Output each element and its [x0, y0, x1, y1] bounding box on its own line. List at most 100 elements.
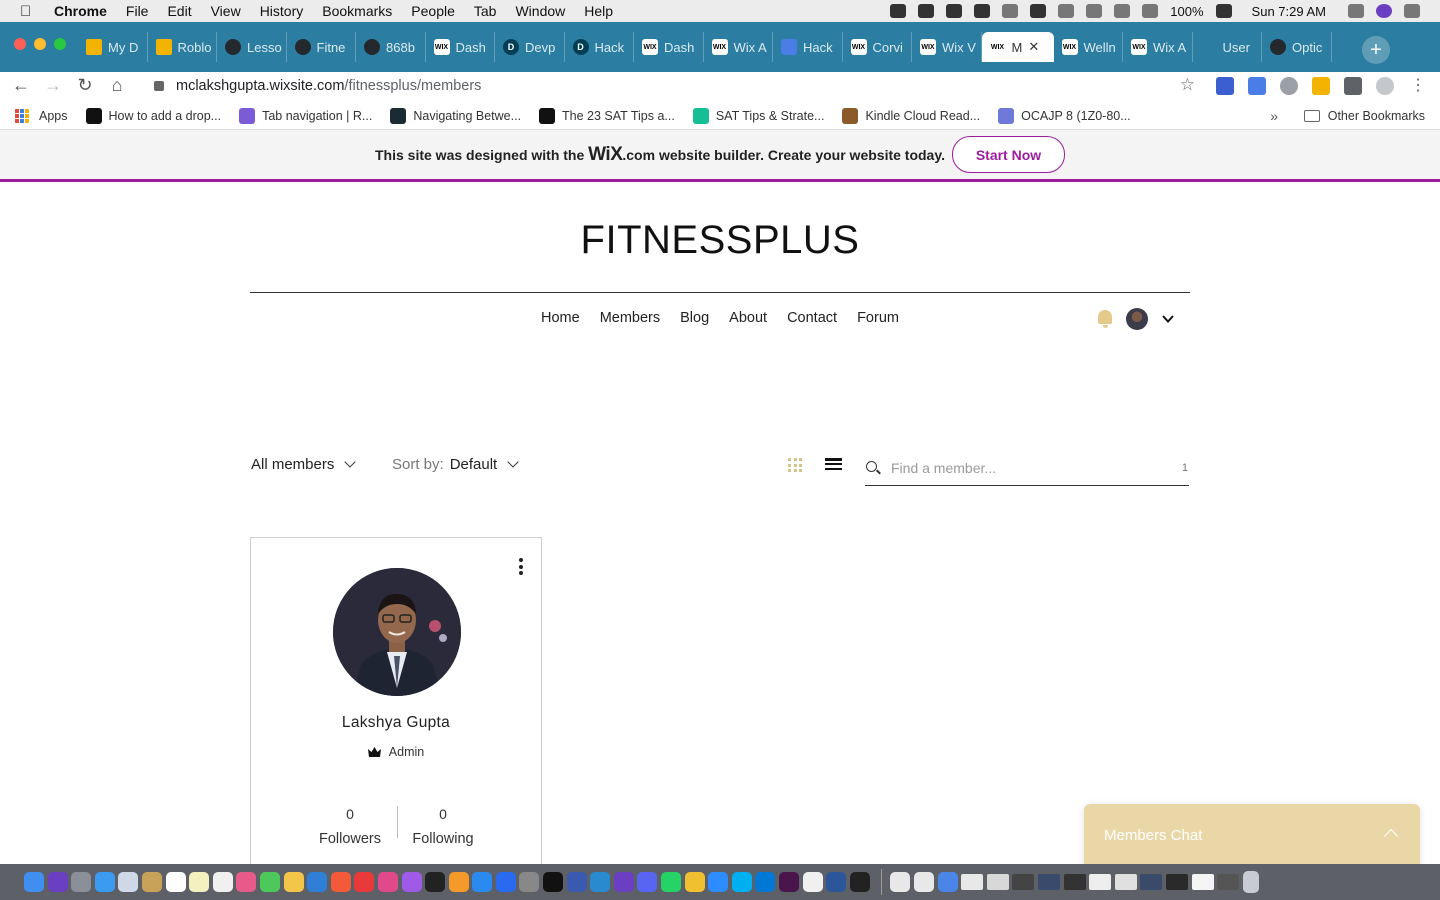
- menu-edit[interactable]: Edit: [167, 3, 191, 19]
- tab-17[interactable]: User: [1193, 32, 1262, 62]
- nav-blog[interactable]: Blog: [680, 310, 709, 326]
- dock-window-thumbnail[interactable]: [1217, 874, 1240, 890]
- bookmark-item[interactable]: Tab navigation | R...: [239, 107, 372, 124]
- tab-1[interactable]: My D: [78, 32, 148, 62]
- new-tab-button[interactable]: +: [1362, 36, 1390, 64]
- dock-app-icon[interactable]: [543, 872, 564, 892]
- member-name[interactable]: Lakshya Gupta: [251, 714, 541, 732]
- close-tab-icon[interactable]: ✕: [1028, 39, 1039, 55]
- dock-app-icon[interactable]: [94, 872, 115, 892]
- dock-app-icon[interactable]: [283, 872, 304, 892]
- bookmark-item[interactable]: The 23 SAT Tips a...: [539, 107, 675, 124]
- dock-app-icon[interactable]: [708, 872, 729, 892]
- menu-view[interactable]: View: [211, 3, 241, 19]
- spotlight-icon[interactable]: [1348, 4, 1364, 18]
- dock-app-icon[interactable]: [24, 872, 44, 892]
- site-title[interactable]: FITNESSPLUS: [0, 218, 1440, 263]
- apple-icon[interactable]: : [20, 3, 40, 20]
- nav-forum[interactable]: Forum: [857, 310, 899, 326]
- google-drive-icon[interactable]: [1312, 77, 1330, 95]
- nav-about[interactable]: About: [729, 310, 767, 326]
- menu-people[interactable]: People: [411, 3, 455, 19]
- nav-home[interactable]: Home: [541, 310, 580, 326]
- bookmark-item[interactable]: Kindle Cloud Read...: [842, 107, 980, 124]
- bell-icon[interactable]: [1097, 310, 1113, 328]
- tab-18[interactable]: Optic: [1262, 32, 1332, 62]
- reload-icon[interactable]: ↻: [77, 75, 93, 95]
- minimize-window-icon[interactable]: [34, 38, 46, 50]
- chrome-menu-icon[interactable]: ⋮: [1410, 75, 1426, 94]
- tab-5[interactable]: 868b: [356, 32, 426, 62]
- tab-15[interactable]: WIX Welln: [1054, 32, 1123, 62]
- url-text[interactable]: mclakshgupta.wixsite.com/fitnessplus/mem…: [176, 78, 481, 94]
- apps-bookmark[interactable]: Apps: [0, 108, 68, 123]
- dock-window-thumbnail[interactable]: [1089, 874, 1112, 890]
- volume-icon[interactable]: [1142, 4, 1159, 18]
- member-avatar[interactable]: [333, 568, 461, 696]
- tab-13[interactable]: WIX Wix V: [912, 32, 982, 62]
- cloud-icon[interactable]: [918, 4, 935, 18]
- dock-app-icon[interactable]: [684, 872, 705, 892]
- tab-14[interactable]: WIX M ✕: [981, 32, 1054, 62]
- chevron-up-icon[interactable]: [1383, 828, 1399, 844]
- dock-app-icon[interactable]: [890, 872, 911, 892]
- bookmark-item[interactable]: How to add a drop...: [85, 107, 221, 124]
- wix-logo[interactable]: WiX: [588, 144, 623, 166]
- notification-center-icon[interactable]: [1404, 4, 1420, 18]
- dock-app-icon[interactable]: [495, 872, 516, 892]
- dock-window-thumbnail[interactable]: [1063, 874, 1086, 890]
- dock-app-icon[interactable]: [637, 872, 658, 892]
- close-window-icon[interactable]: [14, 38, 26, 50]
- dock-app-icon[interactable]: [71, 872, 92, 892]
- wifi-icon[interactable]: [1114, 4, 1131, 18]
- dock-window-thumbnail[interactable]: [986, 874, 1009, 890]
- grid-view-icon[interactable]: [788, 458, 802, 472]
- creative-cloud-icon[interactable]: [974, 4, 991, 18]
- tab-10[interactable]: WIX Wix A: [704, 32, 773, 62]
- profile-icon[interactable]: [1376, 77, 1394, 95]
- other-bookmarks[interactable]: Other Bookmarks: [1303, 109, 1425, 123]
- puzzle-icon[interactable]: [1344, 77, 1362, 95]
- start-now-button[interactable]: Start Now: [951, 136, 1065, 173]
- tab-2[interactable]: Roblo: [148, 32, 217, 62]
- dock-app-icon[interactable]: [661, 872, 682, 892]
- trash-icon[interactable]: [1242, 871, 1259, 893]
- dock-app-icon[interactable]: [755, 872, 776, 892]
- sort-dropdown[interactable]: Sort by: Default: [392, 456, 519, 473]
- dock-app-icon[interactable]: [519, 872, 540, 892]
- dock-app-icon[interactable]: [826, 872, 847, 892]
- dock-app-icon[interactable]: [236, 872, 257, 892]
- tab-11[interactable]: Hack: [773, 32, 843, 62]
- dock-app-icon[interactable]: [849, 872, 870, 892]
- address-bar[interactable]: mclakshgupta.wixsite.com/fitnessplus/mem…: [140, 73, 1205, 99]
- dock-app-icon[interactable]: [259, 872, 280, 892]
- extension-icon[interactable]: [1216, 77, 1234, 95]
- dock-app-icon[interactable]: [448, 872, 469, 892]
- clock[interactable]: Sun 7:29 AM: [1252, 4, 1326, 19]
- dock-app-icon[interactable]: [590, 872, 611, 892]
- dock-app-icon[interactable]: [731, 872, 752, 892]
- tab-12[interactable]: WIX Corvi: [843, 32, 912, 62]
- dock-app-icon[interactable]: [401, 872, 422, 892]
- chevron-down-icon[interactable]: [1161, 312, 1175, 326]
- dock-app-icon[interactable]: [165, 872, 186, 892]
- dock-window-thumbnail[interactable]: [1037, 874, 1060, 890]
- menu-app-name[interactable]: Chrome: [54, 3, 107, 19]
- menu-tab[interactable]: Tab: [474, 3, 497, 19]
- back-arrow-icon[interactable]: ←: [12, 75, 30, 95]
- dock-window-thumbnail[interactable]: [1165, 874, 1188, 890]
- dock-window-thumbnail[interactable]: [1012, 874, 1035, 890]
- dock-app-icon[interactable]: [779, 872, 799, 892]
- bluetooth-icon[interactable]: [1086, 4, 1103, 18]
- backup-icon[interactable]: [1030, 4, 1047, 18]
- dock-app-icon[interactable]: [212, 872, 233, 892]
- dock-app-icon[interactable]: [307, 872, 328, 892]
- dock-window-thumbnail[interactable]: [1114, 874, 1137, 890]
- flag-icon[interactable]: [1058, 4, 1075, 18]
- bookmark-item[interactable]: Navigating Betwe...: [390, 107, 521, 124]
- dock-app-icon[interactable]: [377, 872, 398, 892]
- dock-app-icon[interactable]: [189, 872, 210, 892]
- following-stat[interactable]: 0 Following: [398, 806, 488, 847]
- home-icon[interactable]: ⌂: [109, 75, 125, 95]
- nav-contact[interactable]: Contact: [787, 310, 837, 326]
